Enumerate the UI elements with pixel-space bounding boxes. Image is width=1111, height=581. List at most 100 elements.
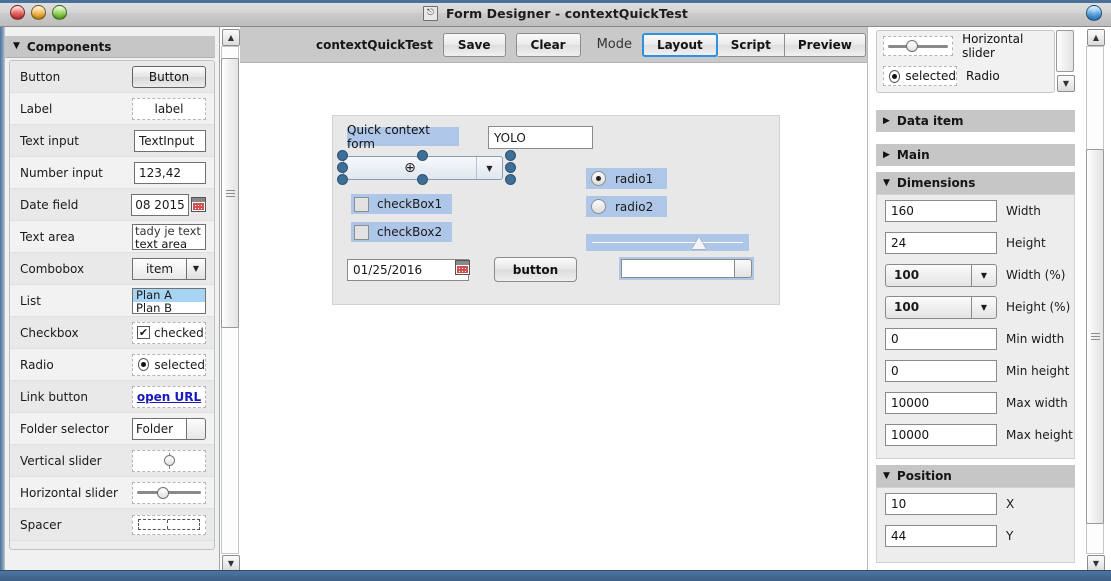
list-item[interactable]: Horizontal slider	[877, 31, 1054, 61]
selection-handle-middle-left[interactable]	[337, 162, 348, 173]
list-item[interactable]: Radio selected	[10, 349, 214, 381]
preview-text-input[interactable]: TextInput	[134, 129, 206, 152]
maximize-button[interactable]	[52, 5, 67, 20]
folder-browse-button[interactable]	[734, 259, 752, 278]
list-item[interactable]: Horizontal slider	[10, 477, 214, 509]
preview-horizontal-slider[interactable]	[132, 481, 206, 504]
preview-date-field[interactable]: 08 2015	[131, 193, 206, 216]
radio-icon[interactable]	[591, 171, 606, 186]
canvas-surface[interactable]: Quick context form YOLO ⊕ ▼ checkBox1 ch…	[240, 63, 867, 572]
max-height-field[interactable]: 10000	[885, 424, 997, 446]
save-button[interactable]: Save	[442, 32, 506, 57]
list-item[interactable]: Folder selector Folder	[10, 413, 214, 445]
checkbox-icon[interactable]	[354, 196, 369, 212]
list-item[interactable]: Text input TextInput	[10, 125, 214, 157]
form-checkbox-1[interactable]: checkBox1	[351, 194, 453, 214]
preview-combobox[interactable]: item ▼	[132, 257, 206, 280]
list-item[interactable]: Combobox item ▼	[10, 253, 214, 285]
palette-list-scrollbar[interactable]: ▼	[1056, 30, 1075, 93]
close-button[interactable]	[10, 5, 25, 20]
preview-checkbox[interactable]: ✔ checked	[132, 321, 206, 344]
max-width-field[interactable]: 10000	[885, 392, 997, 414]
selection-handle-top-center[interactable]	[417, 150, 428, 161]
selection-handle-bottom-center[interactable]	[417, 174, 428, 185]
property-row[interactable]: 10000 Max height	[877, 419, 1074, 451]
preview-button[interactable]: Button	[132, 65, 206, 88]
list-item[interactable]: Link button open URL	[10, 381, 214, 413]
folder-value[interactable]	[621, 259, 734, 278]
list-item[interactable]: Label label	[10, 93, 214, 125]
selection-handle-top-left[interactable]	[337, 150, 348, 161]
form-folder-selector[interactable]	[619, 257, 754, 280]
form-button[interactable]: button	[494, 257, 577, 282]
scroll-up-button[interactable]: ▲	[222, 29, 240, 46]
calendar-icon[interactable]	[455, 260, 470, 275]
scrollbar-thumb[interactable]	[1086, 149, 1104, 524]
property-row[interactable]: 0 Min width	[877, 323, 1074, 355]
form-radio-2[interactable]: radio2	[586, 196, 668, 217]
inspector-section-dimensions[interactable]: ▼ Dimensions	[876, 172, 1075, 194]
selection-handle-bottom-right[interactable]	[505, 174, 516, 185]
list-option[interactable]: Plan B	[133, 301, 205, 313]
min-width-field[interactable]: 0	[885, 328, 997, 350]
form-preview[interactable]: Quick context form YOLO ⊕ ▼ checkBox1 ch…	[332, 115, 780, 305]
height-field[interactable]: 24	[885, 232, 997, 254]
y-field[interactable]: 44	[885, 525, 997, 547]
scroll-down-button[interactable]: ▼	[1057, 75, 1075, 92]
slider-knob[interactable]	[906, 40, 918, 52]
slider-knob[interactable]	[157, 486, 169, 499]
preview-link-button[interactable]: open URL	[132, 385, 206, 408]
selection-handle-top-right[interactable]	[505, 150, 516, 161]
list-item[interactable]: Text area tady je text text area	[10, 221, 214, 253]
inspector-scrollbar[interactable]: ▲ ▼	[1080, 27, 1111, 572]
preview-number-input[interactable]: 123,42	[134, 161, 206, 184]
left-panel-scrollbar[interactable]: ▲ ▼	[220, 27, 240, 572]
x-field[interactable]: 10	[885, 493, 997, 515]
preview-text-area[interactable]: tady je text text area	[132, 223, 206, 250]
preview-horizontal-slider[interactable]	[883, 36, 954, 56]
calendar-icon[interactable]	[191, 197, 206, 212]
preview-vertical-slider[interactable]	[132, 449, 206, 472]
list-item[interactable]: Button Button	[10, 61, 214, 93]
minimize-button[interactable]	[31, 5, 46, 20]
slider-knob[interactable]	[163, 455, 175, 466]
list-item[interactable]: selected Radio	[877, 61, 1054, 91]
clear-button[interactable]: Clear	[515, 32, 581, 57]
selection-handle-middle-right[interactable]	[505, 162, 516, 173]
radio-icon[interactable]	[138, 358, 150, 371]
preview-list[interactable]: Plan A Plan B	[132, 287, 206, 314]
width-field[interactable]: 160	[885, 200, 997, 222]
property-row[interactable]: 100 ▼ Height (%)	[877, 291, 1074, 323]
property-row[interactable]: 100 ▼ Width (%)	[877, 259, 1074, 291]
inspector-section-main[interactable]: ▶ Main	[876, 144, 1075, 166]
property-row[interactable]: 0 Min height	[877, 355, 1074, 387]
chevron-down-icon[interactable]: ▼	[971, 295, 997, 319]
height-percent-combobox[interactable]: 100 ▼	[885, 295, 997, 319]
list-item[interactable]: Spacer	[10, 509, 214, 541]
radio-icon[interactable]	[591, 199, 606, 214]
list-item[interactable]: List Plan A Plan B	[10, 285, 214, 317]
chevron-down-icon[interactable]: ▼	[971, 263, 997, 287]
list-item[interactable]: Vertical slider	[10, 445, 214, 477]
inspector-section-position[interactable]: ▼ Position	[876, 465, 1075, 487]
window-collapse-button[interactable]	[1086, 5, 1102, 21]
mode-segmented-control[interactable]: Layout Script Preview	[642, 32, 866, 57]
preview-folder-selector[interactable]: Folder	[132, 417, 206, 440]
components-section-header[interactable]: ▼ Components	[5, 36, 215, 58]
scrollbar-thumb[interactable]	[221, 58, 239, 328]
list-option-selected[interactable]: Plan A	[133, 288, 205, 302]
form-title-label[interactable]: Quick context form	[347, 123, 459, 151]
list-item[interactable]: Checkbox ✔ checked	[10, 317, 214, 349]
list-item[interactable]: Date field 08 2015	[10, 189, 214, 221]
property-row[interactable]: 160 Width	[877, 195, 1074, 227]
form-horizontal-slider[interactable]	[586, 234, 749, 251]
tab-script[interactable]: Script	[717, 32, 785, 57]
folder-browse-button[interactable]	[186, 417, 206, 440]
form-text-input[interactable]: YOLO	[488, 126, 593, 149]
property-row[interactable]: 10 X	[877, 488, 1074, 520]
checkbox-icon[interactable]: ✔	[137, 326, 150, 339]
property-row[interactable]: 24 Height	[877, 227, 1074, 259]
tab-layout[interactable]: Layout	[642, 32, 718, 57]
chevron-down-icon[interactable]: ▼	[476, 157, 502, 179]
radio-icon[interactable]	[889, 69, 901, 83]
